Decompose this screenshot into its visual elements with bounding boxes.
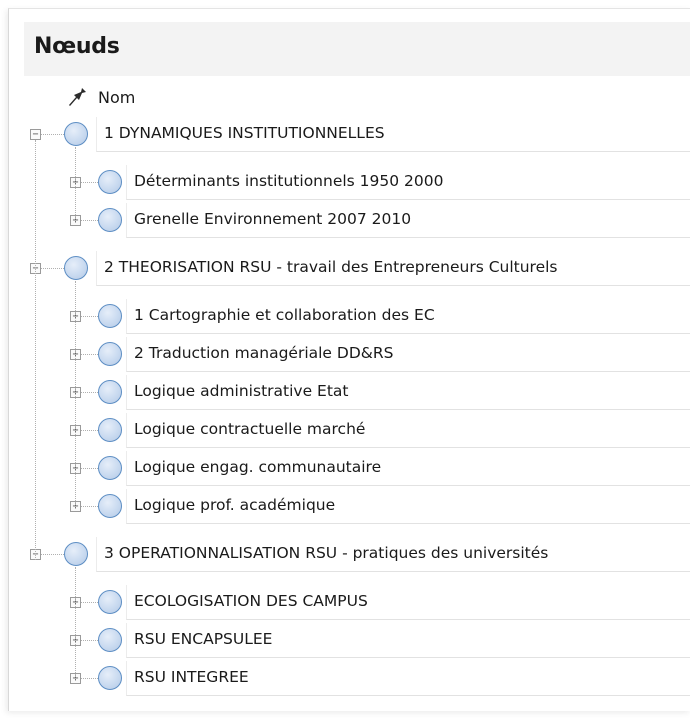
node-tree: 1 DYNAMIQUES INSTITUTIONNELLES − Détermina… (0, 0, 690, 718)
tree-child-node[interactable]: 1 Cartographie et collaboration des EC (0, 299, 690, 334)
node-label: Logique administrative Etat (134, 382, 349, 400)
collapse-minus-icon[interactable]: − (30, 129, 41, 140)
tree-child-node[interactable]: Logique engag. communautaire (0, 451, 690, 486)
tree-connector (81, 506, 98, 507)
node-circle-icon (98, 342, 122, 366)
node-label: 3 OPERATIONNALISATION RSU - pratiques de… (104, 544, 549, 562)
tree-connector (75, 281, 76, 507)
node-circle-icon (98, 380, 122, 404)
tree-child-node[interactable]: RSU ENCAPSULEE (0, 623, 690, 658)
node-circle-icon (98, 628, 122, 652)
tree-connector (75, 147, 76, 221)
tree-connector (81, 602, 98, 603)
tree-connector (81, 182, 98, 183)
tree-child-node[interactable]: ECOLOGISATION DES CAMPUS (0, 585, 690, 620)
node-label: 1 Cartographie et collaboration des EC (134, 306, 435, 324)
node-label: Logique prof. académique (134, 496, 336, 514)
tree-child-node[interactable]: Déterminants institutionnels 1950 2000 (0, 165, 690, 200)
tree-root-node[interactable]: 1 DYNAMIQUES INSTITUTIONNELLES (0, 117, 690, 152)
node-circle-icon (98, 590, 122, 614)
node-circle-icon (64, 256, 88, 280)
node-label: 2 Traduction managériale DD&RS (134, 344, 394, 362)
node-circle-icon (98, 418, 122, 442)
node-circle-icon (98, 666, 122, 690)
tree-child-node[interactable]: Grenelle Environnement 2007 2010 (0, 203, 690, 238)
tree-root-node[interactable]: 3 OPERATIONNALISATION RSU - pratiques de… (0, 537, 690, 572)
tree-connector (35, 140, 36, 560)
node-label: 2 THEORISATION RSU - travail des Entrepr… (104, 258, 558, 276)
tree-child-node[interactable]: Logique prof. académique (0, 489, 690, 524)
tree-connector (41, 268, 64, 269)
tree-connector (75, 567, 76, 679)
tree-child-node[interactable]: 2 Traduction managériale DD&RS (0, 337, 690, 372)
tree-root-node[interactable]: 2 THEORISATION RSU - travail des Entrepr… (0, 251, 690, 286)
node-label: Logique contractuelle marché (134, 420, 366, 438)
node-circle-icon (98, 494, 122, 518)
node-label: 1 DYNAMIQUES INSTITUTIONNELLES (104, 124, 385, 142)
tree-connector (81, 430, 98, 431)
node-label: Déterminants institutionnels 1950 2000 (134, 172, 444, 190)
node-label: ECOLOGISATION DES CAMPUS (134, 592, 368, 610)
node-label: Logique engag. communautaire (134, 458, 382, 476)
tree-child-node[interactable]: Logique contractuelle marché (0, 413, 690, 448)
tree-child-node[interactable]: Logique administrative Etat (0, 375, 690, 410)
node-circle-icon (98, 170, 122, 194)
tree-connector (41, 134, 64, 135)
node-circle-icon (98, 456, 122, 480)
tree-connector (41, 554, 64, 555)
tree-connector (81, 392, 98, 393)
tree-connector (81, 640, 98, 641)
node-circle-icon (64, 122, 88, 146)
tree-connector (81, 220, 98, 221)
node-circle-icon (98, 208, 122, 232)
node-label: RSU ENCAPSULEE (134, 630, 273, 648)
tree-connector (81, 354, 98, 355)
node-label: Grenelle Environnement 2007 2010 (134, 210, 412, 228)
tree-connector (81, 468, 98, 469)
tree-connector (81, 316, 98, 317)
tree-child-node[interactable]: RSU INTEGREE (0, 661, 690, 696)
node-circle-icon (98, 304, 122, 328)
node-circle-icon (64, 542, 88, 566)
tree-connector (81, 678, 98, 679)
node-label: RSU INTEGREE (134, 668, 249, 686)
